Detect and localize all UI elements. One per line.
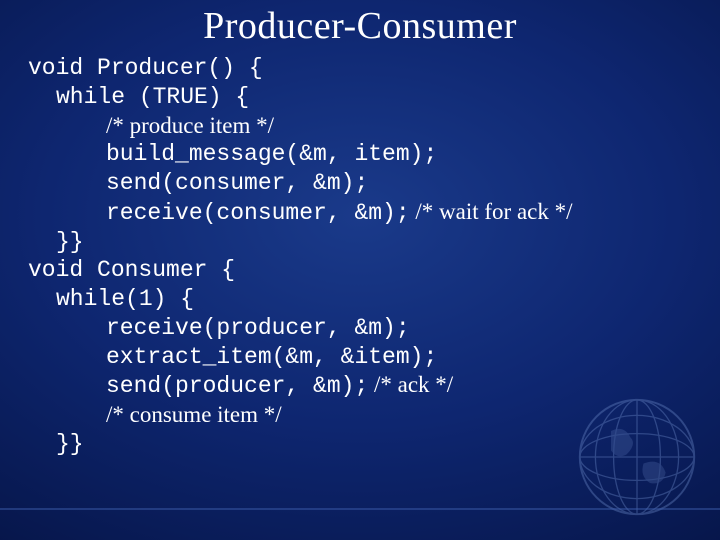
code-text: send(producer, &m); [106,373,368,399]
code-comment: /* wait for ack */ [410,199,573,224]
code-block: void Producer() { while (TRUE) { /* prod… [0,48,720,459]
code-line: while (TRUE) { [28,83,692,112]
divider [0,508,720,510]
code-line: }} [28,228,692,257]
code-line: send(producer, &m); /* ack */ [28,371,692,401]
code-comment: /* consume item */ [28,401,692,430]
code-line: void Consumer { [28,256,692,285]
code-line: build_message(&m, item); [28,140,692,169]
code-line: void Producer() { [28,54,692,83]
code-comment: /* ack */ [368,372,453,397]
code-line: extract_item(&m, &item); [28,343,692,372]
code-line: send(consumer, &m); [28,169,692,198]
code-line: while(1) { [28,285,692,314]
slide-title: Producer-Consumer [0,0,720,48]
code-text: receive(consumer, &m); [106,200,410,226]
code-line: receive(consumer, &m); /* wait for ack *… [28,198,692,228]
code-line: receive(producer, &m); [28,314,692,343]
code-comment: /* produce item */ [28,112,692,141]
code-line: }} [28,430,692,459]
